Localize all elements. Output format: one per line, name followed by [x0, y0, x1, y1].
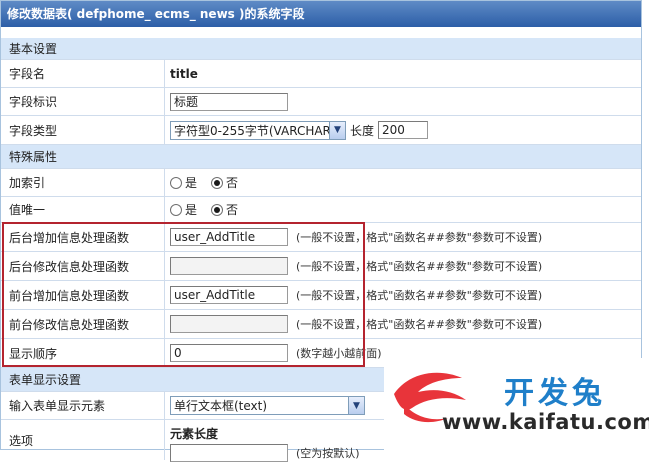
- front-add-label: 前台增加信息处理函数: [1, 281, 165, 309]
- row-index: 加索引 是 否: [1, 169, 641, 197]
- section-basic-label: 基本设置: [9, 42, 58, 56]
- row-back-edit: 后台修改信息处理函数 (一般不设置，格式"函数名##参数"参数可不设置): [1, 252, 641, 281]
- row-back-add: 后台增加信息处理函数 user_AddTitle (一般不设置，格式"函数名##…: [1, 223, 641, 252]
- field-mark-label: 字段标识: [1, 88, 165, 115]
- back-edit-input[interactable]: [170, 257, 288, 275]
- row-front-add: 前台增加信息处理函数 user_AddTitle (一般不设置，格式"函数名##…: [1, 281, 641, 310]
- order-input[interactable]: 0: [170, 344, 288, 362]
- field-name-label: 字段名: [1, 60, 165, 87]
- back-add-label: 后台增加信息处理函数: [1, 223, 165, 251]
- back-edit-label: 后台修改信息处理函数: [1, 252, 165, 280]
- index-yes-label: 是: [185, 176, 198, 190]
- watermark: 开发兔 www.kaifatu.com: [384, 358, 649, 450]
- unique-yes-radio[interactable]: [170, 203, 182, 216]
- section-form-label: 表单显示设置: [9, 373, 82, 387]
- row-field-mark: 字段标识 标题: [1, 88, 641, 116]
- field-type-select[interactable]: 字符型0-255字节(VARCHAR) ▼: [170, 120, 346, 140]
- options-label: 选项: [1, 420, 165, 460]
- unique-yes-label: 是: [185, 203, 198, 217]
- section-special-label: 特殊属性: [9, 150, 58, 164]
- index-no-label: 否: [226, 176, 239, 190]
- section-basic: 基本设置: [1, 38, 641, 60]
- index-yes-radio[interactable]: [170, 176, 182, 189]
- front-add-input[interactable]: user_AddTitle: [170, 286, 288, 304]
- watermark-brand: 开发兔: [504, 376, 606, 411]
- element-length-hint: (空为按默认): [296, 447, 360, 460]
- row-unique: 值唯一 是 否: [1, 197, 641, 223]
- unique-no-radio[interactable]: [211, 203, 224, 216]
- element-length-input[interactable]: [170, 444, 288, 462]
- front-edit-input[interactable]: [170, 315, 288, 333]
- row-front-edit: 前台修改信息处理函数 (一般不设置，格式"函数名##参数"参数可不设置): [1, 310, 641, 339]
- unique-label: 值唯一: [1, 197, 165, 222]
- input-element-selected: 单行文本框(text): [174, 399, 268, 413]
- index-no-radio[interactable]: [211, 176, 224, 189]
- input-element-label: 输入表单显示元素: [1, 392, 165, 419]
- front-edit-hint: (一般不设置，格式"函数名##参数"参数可不设置): [296, 318, 543, 331]
- section-special: 特殊属性: [1, 145, 641, 169]
- field-mark-input[interactable]: 标题: [170, 92, 288, 111]
- row-field-type: 字段类型 字符型0-255字节(VARCHAR) ▼ 长度 200: [1, 116, 641, 145]
- front-edit-label: 前台修改信息处理函数: [1, 310, 165, 338]
- length-input[interactable]: 200: [378, 121, 429, 139]
- input-element-select[interactable]: 单行文本框(text) ▼: [170, 396, 365, 415]
- field-name-value: title: [170, 66, 198, 81]
- page-title: 修改数据表( defphome_ ecms_ news )的系统字段: [1, 1, 641, 27]
- field-type-selected: 字符型0-255字节(VARCHAR): [174, 123, 336, 138]
- length-label: 长度: [350, 123, 375, 138]
- back-edit-hint: (一般不设置，格式"函数名##参数"参数可不设置): [296, 260, 543, 273]
- front-add-hint: (一般不设置，格式"函数名##参数"参数可不设置): [296, 289, 543, 302]
- index-label: 加索引: [1, 169, 165, 196]
- chevron-down-icon[interactable]: ▼: [329, 121, 345, 139]
- watermark-url: www.kaifatu.com: [442, 410, 649, 434]
- order-hint: (数字越小越前面): [296, 347, 382, 360]
- back-add-input[interactable]: user_AddTitle: [170, 228, 288, 246]
- field-type-label: 字段类型: [1, 116, 165, 144]
- unique-no-label: 否: [226, 203, 239, 217]
- order-label: 显示顺序: [1, 339, 165, 367]
- row-field-name: 字段名 title: [1, 60, 641, 88]
- back-add-hint: (一般不设置，格式"函数名##参数"参数可不设置): [296, 231, 543, 244]
- chevron-down-icon[interactable]: ▼: [348, 397, 364, 414]
